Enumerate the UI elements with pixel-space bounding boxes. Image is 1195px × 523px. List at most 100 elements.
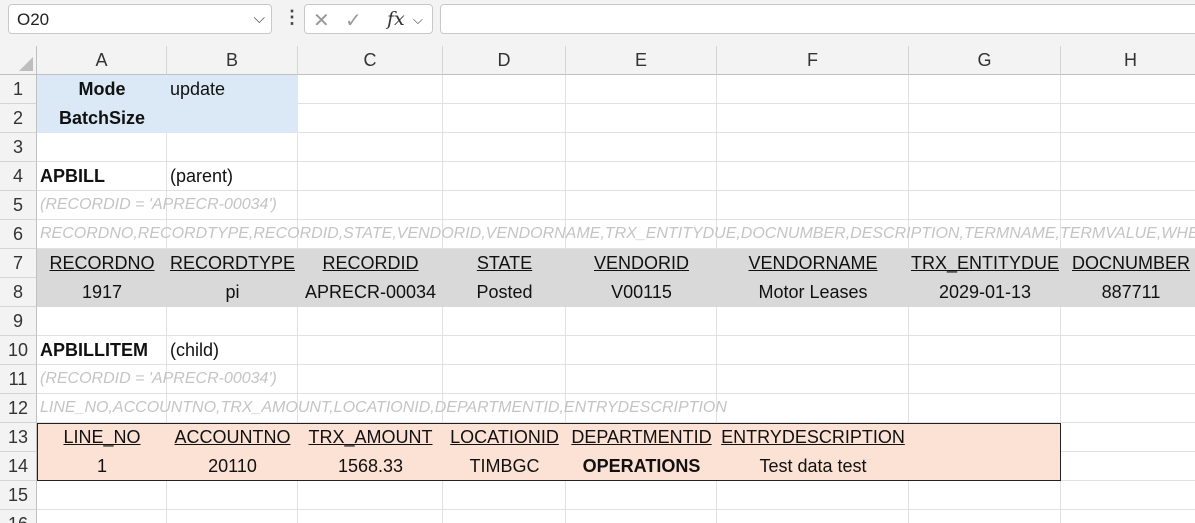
cell-h12[interactable] bbox=[1061, 394, 1195, 423]
cell-c3[interactable] bbox=[298, 133, 443, 162]
cell-c1[interactable] bbox=[298, 75, 443, 104]
column-header-d[interactable]: D bbox=[443, 46, 566, 75]
cell-a16[interactable] bbox=[37, 510, 167, 523]
cell-h13[interactable] bbox=[1061, 423, 1195, 452]
row-header-5[interactable]: 5 bbox=[0, 191, 37, 220]
row-header-16[interactable]: 16 bbox=[0, 510, 37, 523]
cell-g11[interactable] bbox=[909, 365, 1061, 394]
insert-function-icon[interactable]: fx bbox=[387, 8, 405, 30]
row-header-13[interactable]: 13 bbox=[0, 423, 37, 452]
row-header-11[interactable]: 11 bbox=[0, 365, 37, 394]
cell-g3[interactable] bbox=[909, 133, 1061, 162]
cell-b3[interactable] bbox=[167, 133, 298, 162]
cell-d3[interactable] bbox=[443, 133, 566, 162]
column-header-g[interactable]: G bbox=[909, 46, 1061, 75]
cell-h1[interactable] bbox=[1061, 75, 1195, 104]
cell-h15[interactable] bbox=[1061, 481, 1195, 510]
row-header-1[interactable]: 1 bbox=[0, 75, 37, 104]
cell-f9[interactable] bbox=[717, 307, 909, 336]
column-header-h[interactable]: H bbox=[1061, 46, 1195, 75]
row-header-6[interactable]: 6 bbox=[0, 220, 37, 249]
cell-f1[interactable] bbox=[717, 75, 909, 104]
cell-f3[interactable] bbox=[717, 133, 909, 162]
cell-e2[interactable] bbox=[566, 104, 717, 133]
row-header-7[interactable]: 7 bbox=[0, 249, 37, 278]
row-header-3[interactable]: 3 bbox=[0, 133, 37, 162]
row-header-4[interactable]: 4 bbox=[0, 162, 37, 191]
cell-g15[interactable] bbox=[909, 481, 1061, 510]
cell-e16[interactable] bbox=[566, 510, 717, 523]
cell-d4[interactable] bbox=[443, 162, 566, 191]
cancel-icon[interactable]: ✕ bbox=[313, 8, 330, 33]
cell-d16[interactable] bbox=[443, 510, 566, 523]
cell-d1[interactable] bbox=[443, 75, 566, 104]
row-header-9[interactable]: 9 bbox=[0, 307, 37, 336]
cell-e15[interactable] bbox=[566, 481, 717, 510]
cell-f2[interactable] bbox=[717, 104, 909, 133]
row-header-2[interactable]: 2 bbox=[0, 104, 37, 133]
cell-c16[interactable] bbox=[298, 510, 443, 523]
cell-g16[interactable] bbox=[909, 510, 1061, 523]
cell-b2[interactable] bbox=[167, 104, 298, 133]
select-all-corner[interactable] bbox=[0, 46, 37, 75]
cell-f4[interactable] bbox=[717, 162, 909, 191]
cell-c10[interactable] bbox=[298, 336, 443, 365]
cell-c2[interactable] bbox=[298, 104, 443, 133]
row-header-12[interactable]: 12 bbox=[0, 394, 37, 423]
column-header-e[interactable]: E bbox=[566, 46, 717, 75]
cell-h16[interactable] bbox=[1061, 510, 1195, 523]
column-header-c[interactable]: C bbox=[298, 46, 443, 75]
cell-d5[interactable] bbox=[443, 191, 566, 220]
cell-c15[interactable] bbox=[298, 481, 443, 510]
row-header-15[interactable]: 15 bbox=[0, 481, 37, 510]
cell-d10[interactable] bbox=[443, 336, 566, 365]
row-header-8[interactable]: 8 bbox=[0, 278, 37, 307]
cell-h4[interactable] bbox=[1061, 162, 1195, 191]
column-header-a[interactable]: A bbox=[37, 46, 167, 75]
cell-g1[interactable] bbox=[909, 75, 1061, 104]
cell-d15[interactable] bbox=[443, 481, 566, 510]
cell-d9[interactable] bbox=[443, 307, 566, 336]
cell-f11[interactable] bbox=[717, 365, 909, 394]
cell-e9[interactable] bbox=[566, 307, 717, 336]
column-header-f[interactable]: F bbox=[717, 46, 909, 75]
cell-h11[interactable] bbox=[1061, 365, 1195, 394]
cell-g4[interactable] bbox=[909, 162, 1061, 191]
cell-e4[interactable] bbox=[566, 162, 717, 191]
confirm-icon[interactable]: ✓ bbox=[345, 8, 362, 33]
chevron-down-icon[interactable]: ⌵ bbox=[413, 12, 423, 28]
cell-a3[interactable] bbox=[37, 133, 167, 162]
cell-h9[interactable] bbox=[1061, 307, 1195, 336]
cell-e10[interactable] bbox=[566, 336, 717, 365]
cell-a15[interactable] bbox=[37, 481, 167, 510]
row-header-10[interactable]: 10 bbox=[0, 336, 37, 365]
cell-c9[interactable] bbox=[298, 307, 443, 336]
cell-f10[interactable] bbox=[717, 336, 909, 365]
cell-c4[interactable] bbox=[298, 162, 443, 191]
name-box[interactable]: O20 ⌵ bbox=[8, 4, 272, 34]
cell-g5[interactable] bbox=[909, 191, 1061, 220]
cell-g9[interactable] bbox=[909, 307, 1061, 336]
cell-a9[interactable] bbox=[37, 307, 167, 336]
cell-b9[interactable] bbox=[167, 307, 298, 336]
cell-h10[interactable] bbox=[1061, 336, 1195, 365]
cell-e1[interactable] bbox=[566, 75, 717, 104]
cell-b15[interactable] bbox=[167, 481, 298, 510]
cell-h3[interactable] bbox=[1061, 133, 1195, 162]
cell-e11[interactable] bbox=[566, 365, 717, 394]
row-header-14[interactable]: 14 bbox=[0, 452, 37, 481]
chevron-down-icon[interactable]: ⌵ bbox=[254, 10, 265, 27]
cell-g12[interactable] bbox=[909, 394, 1061, 423]
more-options-icon[interactable]: ⋮ bbox=[283, 7, 301, 28]
cell-b16[interactable] bbox=[167, 510, 298, 523]
cell-d11[interactable] bbox=[443, 365, 566, 394]
cell-h5[interactable] bbox=[1061, 191, 1195, 220]
cell-h14[interactable] bbox=[1061, 452, 1195, 481]
column-header-b[interactable]: B bbox=[167, 46, 298, 75]
formula-input[interactable] bbox=[440, 4, 1195, 34]
cell-f15[interactable] bbox=[717, 481, 909, 510]
cell-g2[interactable] bbox=[909, 104, 1061, 133]
cell-f5[interactable] bbox=[717, 191, 909, 220]
cell-g10[interactable] bbox=[909, 336, 1061, 365]
cell-e5[interactable] bbox=[566, 191, 717, 220]
